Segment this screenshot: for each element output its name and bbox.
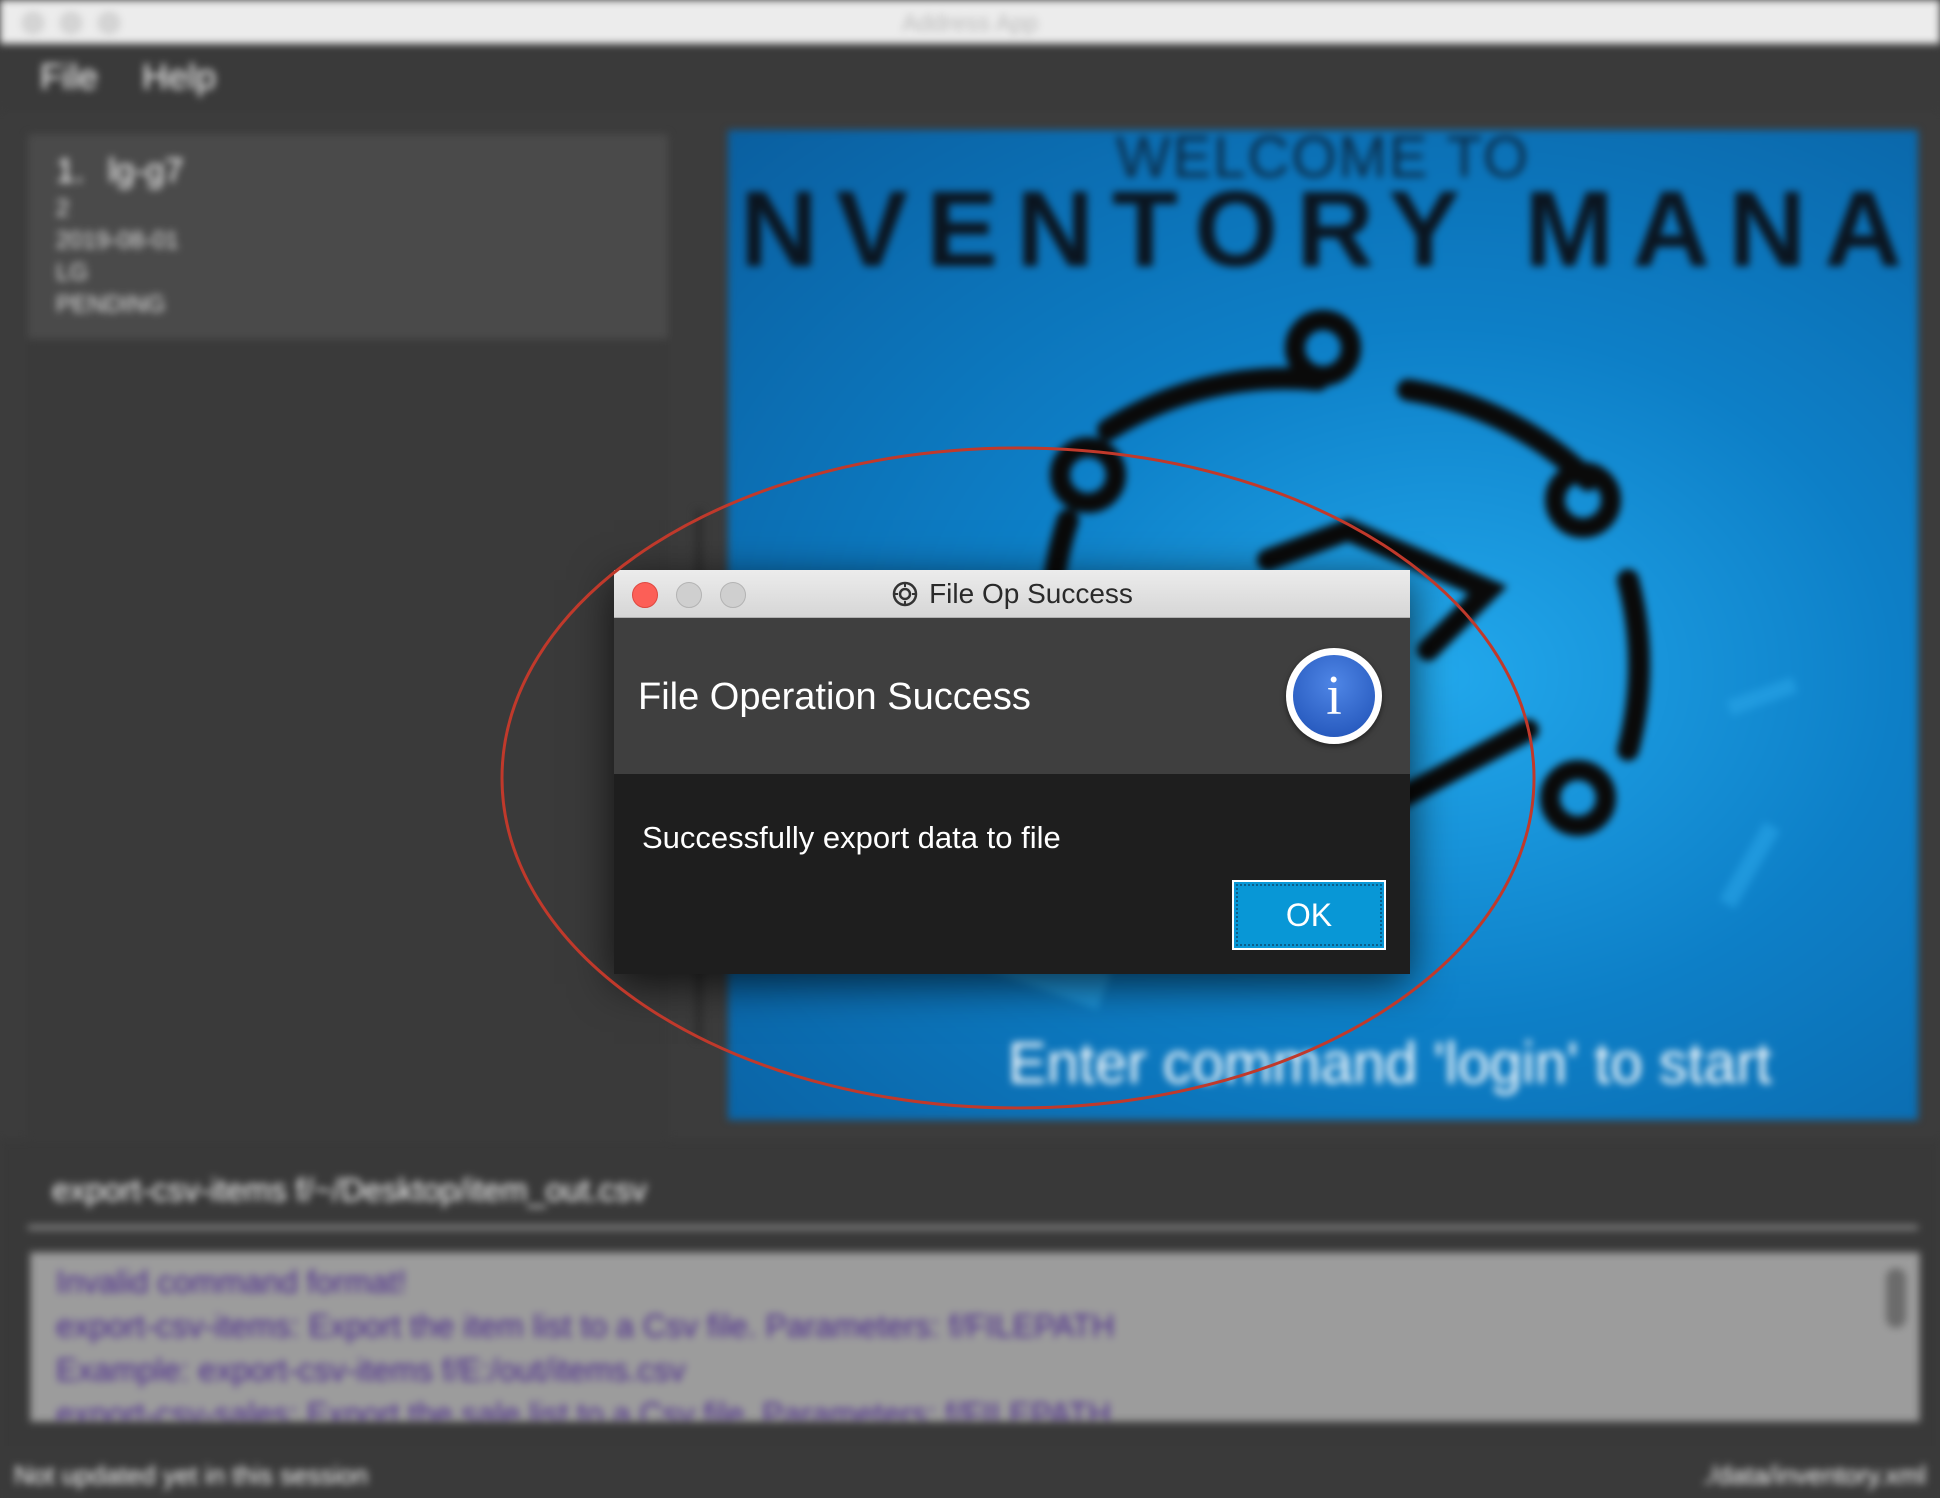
item-status: PENDING — [56, 291, 166, 318]
item-list-panel: 1. lg-g7 2 2019-08-01 LG PENDING — [28, 134, 668, 339]
success-dialog: File Op Success File Operation Success i… — [614, 570, 1410, 974]
result-line: Invalid command format! — [56, 1264, 407, 1300]
dialog-heading: File Operation Success — [638, 676, 1031, 718]
item-title-line: 1. lg-g7 — [56, 152, 183, 191]
info-icon-glyph: i — [1293, 655, 1375, 737]
dialog-title-wrap: File Op Success — [614, 578, 1410, 610]
command-input[interactable]: export-csv-items f/~/Desktop/item_out.cs… — [52, 1172, 647, 1209]
menu-bar: File Help — [0, 44, 1940, 110]
status-bar: Not updated yet in this session ./data/i… — [0, 1446, 1940, 1498]
dialog-titlebar: File Op Success — [614, 570, 1410, 618]
status-file-path: ./data/inventory.xml — [1702, 1460, 1926, 1490]
menu-help[interactable]: Help — [142, 56, 216, 98]
app-window: Address App File Help 1. lg-g7 2 2019-08… — [0, 0, 1940, 1498]
status-sync: Not updated yet in this session — [14, 1460, 369, 1490]
menu-file[interactable]: File — [40, 56, 98, 98]
result-line: Example: export-csv-items f/E:/out/items… — [56, 1352, 686, 1388]
item-index: 1. — [56, 152, 85, 190]
result-display[interactable]: Invalid command format! export-csv-items… — [30, 1252, 1920, 1422]
welcome-hint: Enter command 'login' to start — [1008, 1031, 1772, 1096]
command-box[interactable]: export-csv-items f/~/Desktop/item_out.cs… — [28, 1160, 1918, 1230]
item-list-empty-area — [28, 339, 668, 1139]
result-line: export-csv-items: Export the item list t… — [56, 1308, 1115, 1344]
dialog-message: Successfully export data to file — [642, 820, 1061, 855]
dialog-header: File Operation Success i — [614, 618, 1410, 774]
window-titlebar: Address App — [0, 0, 1940, 44]
window-title: Address App — [901, 10, 1039, 37]
app-icon — [892, 581, 918, 607]
result-scrollbar[interactable] — [1886, 1268, 1906, 1328]
welcome-line-2: NVENTORY MANAGER — [740, 168, 1918, 289]
item-name: lg-g7 — [107, 152, 184, 190]
item-date: 2019-08-01 — [56, 227, 179, 254]
list-item[interactable]: 1. lg-g7 2 2019-08-01 LG PENDING — [56, 152, 183, 319]
item-brand: LG — [56, 259, 89, 286]
item-quantity: 2 — [56, 195, 70, 222]
info-icon: i — [1286, 648, 1382, 744]
ok-button[interactable]: OK — [1232, 880, 1386, 950]
dialog-title: File Op Success — [929, 578, 1133, 609]
result-line: export-csv-sales: Export the sale list t… — [56, 1396, 1112, 1422]
